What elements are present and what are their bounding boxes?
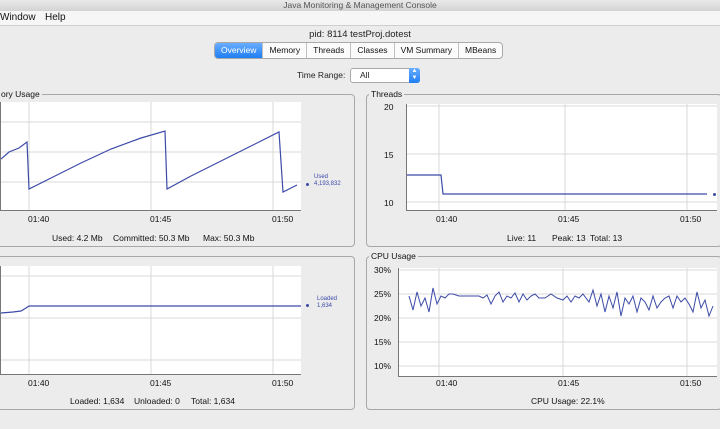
heap-panel-title: ory Usage bbox=[0, 89, 42, 100]
tab-vm-summary[interactable]: VM Summary bbox=[395, 43, 460, 58]
tab-bar: Overview Memory Threads Classes VM Summa… bbox=[214, 42, 504, 59]
threads-x-tick-0150: 01:50 bbox=[680, 214, 702, 224]
threads-chart-svg bbox=[407, 104, 717, 210]
heap-chart-svg bbox=[1, 102, 301, 210]
cpu-y-tick-20: 20% bbox=[374, 313, 392, 323]
heap-legend-value: 4,193,832 bbox=[314, 181, 341, 187]
tab-classes[interactable]: Classes bbox=[351, 43, 395, 58]
cpu-plot bbox=[398, 268, 717, 377]
time-range-select[interactable]: All ▲ ▼ bbox=[350, 68, 420, 83]
tab-mbeans[interactable]: MBeans bbox=[459, 43, 502, 58]
threads-stat-live: Live: 11 bbox=[507, 233, 537, 243]
classes-x-tick-0145: 01:45 bbox=[150, 378, 172, 388]
threads-y-tick-20: 20 bbox=[384, 102, 394, 112]
classes-x-tick-0140: 01:40 bbox=[28, 378, 50, 388]
tab-memory[interactable]: Memory bbox=[263, 43, 308, 58]
classes-stat-loaded: Loaded: 1,634 bbox=[70, 396, 125, 406]
cpu-y-tick-10: 10% bbox=[374, 361, 392, 371]
classes-x-tick-0150: 01:50 bbox=[272, 378, 294, 388]
heap-plot bbox=[0, 102, 301, 211]
threads-x-tick-0145: 01:45 bbox=[558, 214, 580, 224]
heap-x-tick-0150: 01:50 bbox=[272, 214, 294, 224]
cpu-panel-title: CPU Usage bbox=[369, 251, 418, 262]
threads-live-line bbox=[407, 174, 707, 195]
cpu-stat-usage: CPU Usage: 22.1% bbox=[531, 396, 605, 406]
threads-legend-marker bbox=[713, 193, 716, 196]
heap-used-line bbox=[1, 130, 298, 193]
heap-stat-committed: Committed: 50.3 Mb bbox=[113, 233, 190, 243]
threads-stat-total: Total: 13 bbox=[590, 233, 623, 243]
threads-y-tick-15: 15 bbox=[384, 150, 394, 160]
heap-legend-marker bbox=[306, 183, 309, 186]
threads-y-tick-10: 10 bbox=[384, 198, 394, 208]
classes-legend-name: Loaded bbox=[317, 296, 338, 302]
classes-plot bbox=[0, 266, 301, 375]
classes-stat-unloaded: Unloaded: 0 bbox=[134, 396, 180, 406]
heap-stat-used: Used: 4.2 Mb bbox=[52, 233, 103, 243]
classes-stat-total: Total: 1,634 bbox=[191, 396, 235, 406]
cpu-x-tick-0140: 01:40 bbox=[436, 378, 458, 388]
heap-legend-name: Used bbox=[314, 174, 329, 180]
classes-legend-marker bbox=[306, 304, 309, 307]
threads-panel-title: Threads bbox=[369, 89, 405, 100]
tab-threads[interactable]: Threads bbox=[307, 43, 352, 58]
heap-stat-max: Max: 50.3 Mb bbox=[203, 233, 255, 243]
cpu-y-tick-30: 30% bbox=[374, 265, 392, 275]
cpu-chart-svg bbox=[399, 268, 717, 376]
cpu-y-tick-25: 25% bbox=[374, 289, 392, 299]
cpu-x-tick-0150: 01:50 bbox=[680, 378, 702, 388]
threads-stat-peak: Peak: 13 bbox=[552, 233, 586, 243]
connection-label: pid: 8114 testProj.dotest bbox=[309, 29, 411, 40]
menu-window[interactable]: Window bbox=[0, 11, 36, 25]
tab-overview[interactable]: Overview bbox=[215, 43, 264, 58]
stepper-arrows-icon: ▲ ▼ bbox=[409, 68, 420, 83]
time-range-label: Time Range: bbox=[297, 70, 346, 80]
classes-chart-svg bbox=[1, 266, 301, 374]
cpu-x-tick-0145: 01:45 bbox=[558, 378, 580, 388]
classes-legend-value: 1,634 bbox=[317, 303, 333, 309]
menubar: Window Help bbox=[0, 11, 720, 26]
heap-x-tick-0145: 01:45 bbox=[150, 214, 172, 224]
menu-help[interactable]: Help bbox=[45, 11, 66, 25]
cpu-usage-line bbox=[408, 287, 714, 318]
threads-x-tick-0140: 01:40 bbox=[436, 214, 458, 224]
time-range-value: All bbox=[360, 70, 370, 80]
heap-x-tick-0140: 01:40 bbox=[28, 214, 50, 224]
cpu-y-tick-15: 15% bbox=[374, 337, 392, 347]
window-title: Java Monitoring & Management Console bbox=[283, 0, 437, 10]
threads-plot bbox=[406, 104, 717, 211]
